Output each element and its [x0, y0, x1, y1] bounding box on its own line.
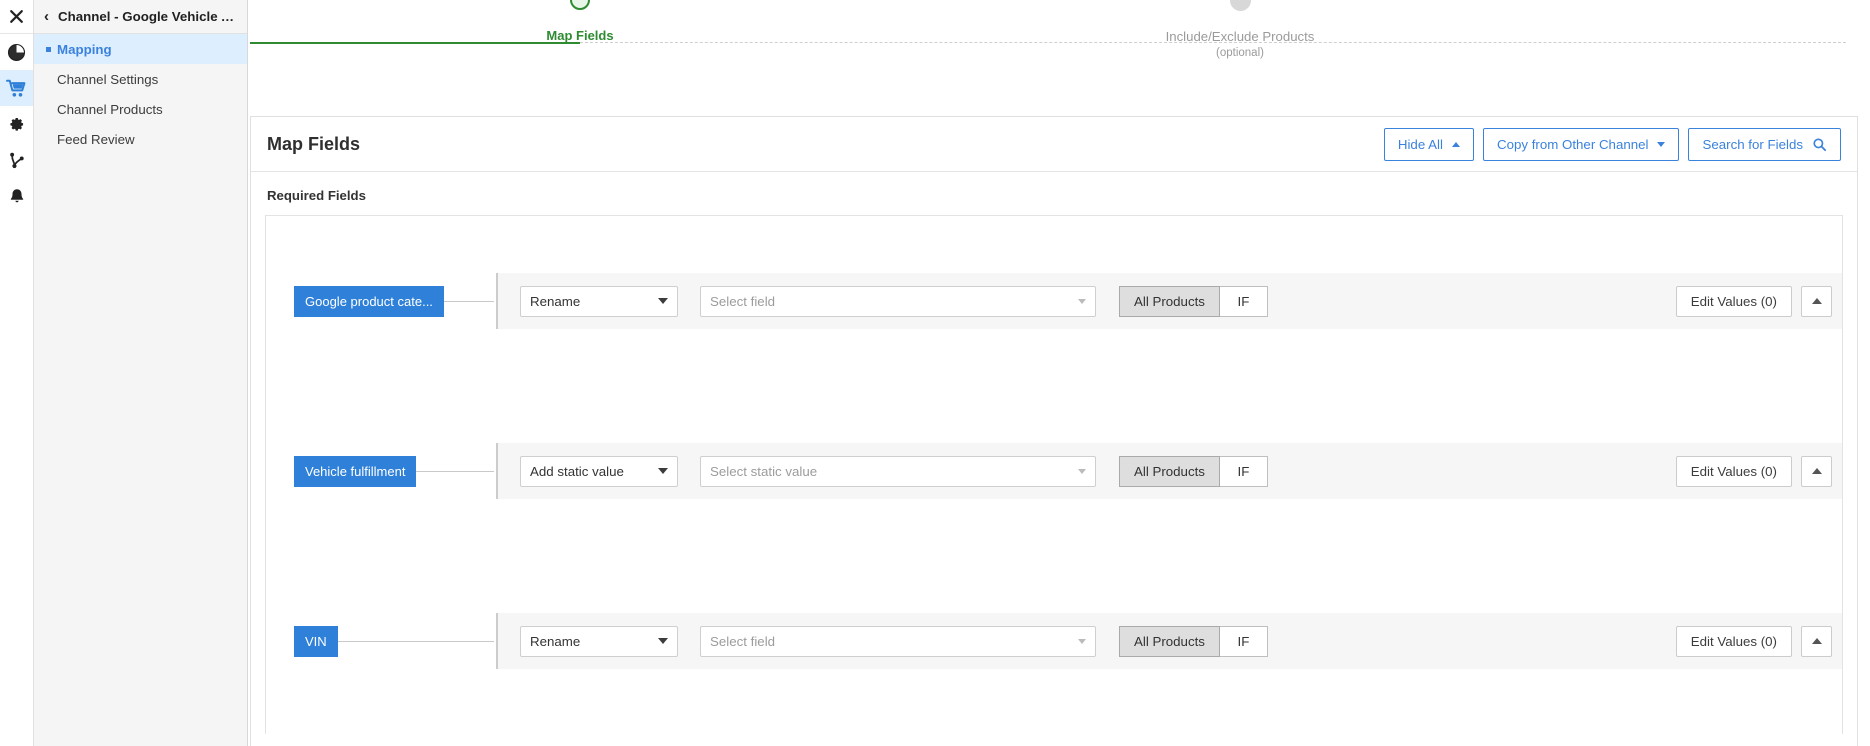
stepper-step-label: Map Fields: [460, 28, 700, 43]
value-select-placeholder: Select field: [710, 634, 775, 649]
field-name-chip[interactable]: Vehicle fulfillment: [294, 456, 416, 487]
scope-all-products-button[interactable]: All Products: [1119, 456, 1220, 487]
hide-all-button[interactable]: Hide All: [1384, 128, 1474, 161]
hide-all-label: Hide All: [1398, 137, 1443, 152]
section-label-required-fields: Required Fields: [251, 172, 1857, 215]
field-name-chip[interactable]: Google product cate...: [294, 286, 444, 317]
sidebar-item-mapping[interactable]: Mapping: [34, 34, 247, 64]
action-select[interactable]: Rename: [520, 286, 678, 317]
active-bullet-icon: [46, 47, 51, 52]
action-select[interactable]: Add static value: [520, 456, 678, 487]
chevron-up-icon: [1812, 468, 1822, 474]
value-select-placeholder: Select static value: [710, 464, 817, 479]
main-content: Map Fields Include/Exclude Products (opt…: [248, 0, 1870, 746]
action-select-value: Rename: [530, 634, 580, 649]
action-select-value: Add static value: [530, 464, 624, 479]
value-select[interactable]: Select field: [700, 626, 1096, 657]
sidebar-item-label: Mapping: [57, 42, 112, 57]
field-row: Google product cate... Rename Select fie…: [266, 216, 1842, 386]
scope-if-button[interactable]: IF: [1220, 286, 1268, 317]
map-fields-card: Map Fields Hide All Copy from Other Chan…: [250, 116, 1858, 746]
scope-segmented-control: All Products IF: [1119, 626, 1268, 657]
value-select[interactable]: Select static value: [700, 456, 1096, 487]
chevron-up-icon: [1452, 142, 1460, 147]
page-title: Map Fields: [267, 134, 1384, 155]
field-rows-container: Google product cate... Rename Select fie…: [265, 215, 1843, 734]
chevron-down-icon: [658, 298, 668, 304]
scope-if-button[interactable]: IF: [1220, 456, 1268, 487]
value-select[interactable]: Select field: [700, 286, 1096, 317]
value-select-placeholder: Select field: [710, 294, 775, 309]
search-for-fields-label: Search for Fields: [1702, 137, 1803, 152]
collapse-row-button[interactable]: [1801, 286, 1832, 317]
scope-segmented-control: All Products IF: [1119, 456, 1268, 487]
search-for-fields-button[interactable]: Search for Fields: [1688, 128, 1841, 161]
sidebar-title: Channel - Google Vehicle A...: [58, 9, 239, 24]
chevron-up-icon: [1812, 298, 1822, 304]
application-window: ‹ Channel - Google Vehicle A... Mapping …: [0, 0, 1870, 746]
card-toolbar: Hide All Copy from Other Channel Search …: [1384, 128, 1841, 161]
field-chip-zone: Google product cate...: [266, 216, 494, 386]
chevron-down-icon: [1078, 299, 1086, 304]
right-gutter: [1858, 0, 1870, 746]
stepper-step-include-exclude[interactable]: Include/Exclude Products (optional): [1120, 0, 1360, 59]
edit-values-button[interactable]: Edit Values (0): [1676, 456, 1792, 487]
stepper-step-label: Include/Exclude Products: [1120, 29, 1360, 44]
pie-chart-icon[interactable]: [0, 34, 33, 70]
search-icon: [1812, 137, 1827, 152]
gear-icon[interactable]: [0, 106, 33, 142]
field-name-chip[interactable]: VIN: [294, 626, 338, 657]
copy-from-other-channel-label: Copy from Other Channel: [1497, 137, 1649, 152]
icon-rail: [0, 0, 34, 746]
channel-sidebar: ‹ Channel - Google Vehicle A... Mapping …: [34, 0, 248, 746]
stepper-step-map-fields[interactable]: Map Fields: [460, 0, 700, 43]
sidebar-item-label: Channel Settings: [57, 72, 158, 87]
shopping-cart-icon[interactable]: [0, 70, 33, 106]
collapse-row-button[interactable]: [1801, 456, 1832, 487]
chevron-down-icon: [1657, 142, 1665, 147]
copy-from-other-channel-button[interactable]: Copy from Other Channel: [1483, 128, 1680, 161]
sidebar-item-label: Channel Products: [57, 102, 163, 117]
field-config-panel: Add static value Select static value All…: [496, 443, 1842, 499]
card-header: Map Fields Hide All Copy from Other Chan…: [251, 117, 1857, 172]
back-chevron-icon[interactable]: ‹: [44, 9, 49, 24]
stepper-dot-current-icon: [570, 0, 590, 10]
field-chip-zone: Vehicle fulfillment: [266, 386, 494, 556]
bell-icon[interactable]: [0, 178, 33, 214]
chevron-up-icon: [1812, 638, 1822, 644]
sidebar-header[interactable]: ‹ Channel - Google Vehicle A...: [34, 0, 247, 34]
edit-values-button[interactable]: Edit Values (0): [1676, 626, 1792, 657]
wizard-stepper: Map Fields Include/Exclude Products (opt…: [248, 0, 1858, 116]
action-select-value: Rename: [530, 294, 580, 309]
scope-if-button[interactable]: IF: [1220, 626, 1268, 657]
sidebar-item-feed-review[interactable]: Feed Review: [34, 124, 247, 154]
chevron-down-icon: [658, 638, 668, 644]
sidebar-item-channel-products[interactable]: Channel Products: [34, 94, 247, 124]
chevron-down-icon: [658, 468, 668, 474]
scope-all-products-button[interactable]: All Products: [1119, 626, 1220, 657]
collapse-row-button[interactable]: [1801, 626, 1832, 657]
stepper-dot-todo-icon: [1230, 0, 1251, 11]
sidebar-item-label: Feed Review: [57, 132, 135, 147]
field-chip-zone: VIN: [266, 556, 494, 726]
scope-all-products-button[interactable]: All Products: [1119, 286, 1220, 317]
chevron-down-icon: [1078, 469, 1086, 474]
field-row: Vehicle fulfillment Add static value Sel…: [266, 386, 1842, 556]
stepper-step-sublabel: (optional): [1120, 47, 1360, 59]
sidebar-item-channel-settings[interactable]: Channel Settings: [34, 64, 247, 94]
action-select[interactable]: Rename: [520, 626, 678, 657]
close-icon[interactable]: [0, 0, 33, 34]
branch-icon[interactable]: [0, 142, 33, 178]
field-config-panel: Rename Select field All Products IF Ed: [496, 613, 1842, 669]
field-config-panel: Rename Select field All Products IF Ed: [496, 273, 1842, 329]
edit-values-button[interactable]: Edit Values (0): [1676, 286, 1792, 317]
scope-segmented-control: All Products IF: [1119, 286, 1268, 317]
field-row: VIN Rename Select field All Products: [266, 556, 1842, 726]
chevron-down-icon: [1078, 639, 1086, 644]
